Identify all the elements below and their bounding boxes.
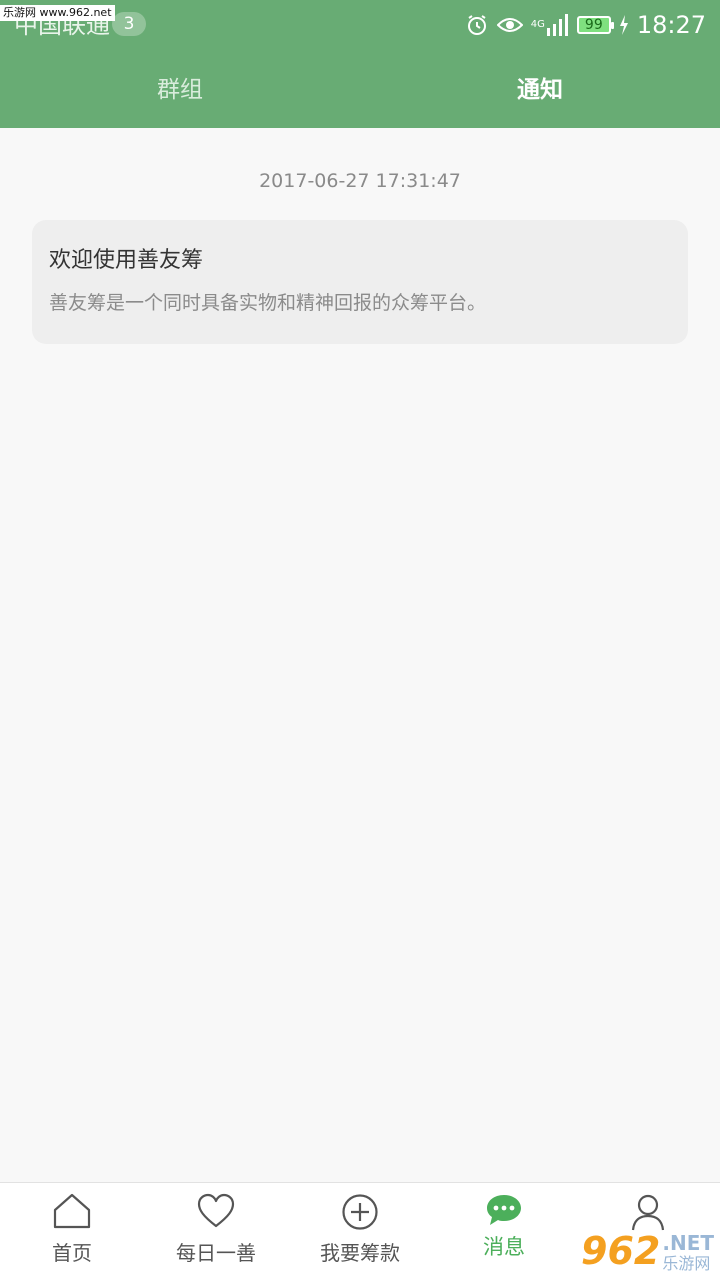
- nav-fundraise[interactable]: 我要筹款: [288, 1183, 432, 1281]
- home-icon: [53, 1193, 91, 1233]
- nav-fundraise-label: 我要筹款: [320, 1241, 400, 1265]
- nav-daily-good-label: 每日一善: [176, 1241, 256, 1265]
- notification-card[interactable]: 欢迎使用善友筹 善友筹是一个同时具备实物和精神回报的众筹平台。: [32, 220, 688, 344]
- charging-icon: [619, 15, 629, 35]
- nav-home-label: 首页: [52, 1241, 92, 1265]
- eye-icon: [496, 15, 523, 35]
- alarm-icon: [465, 13, 489, 37]
- app-header: 中国联通 3 4G 99 18:27 乐游网 www.962.net 群组 通知: [0, 0, 720, 128]
- notification-body: 善友筹是一个同时具备实物和精神回报的众筹平台。: [49, 292, 487, 314]
- heart-icon: [197, 1193, 235, 1233]
- tab-notifications[interactable]: 通知: [360, 60, 720, 120]
- battery-icon: 99: [576, 16, 614, 34]
- notification-title: 欢迎使用善友筹: [49, 248, 204, 273]
- status-icons: 4G 99 18:27: [465, 10, 706, 40]
- tab-bar: 群组 通知: [0, 60, 720, 120]
- message-timestamp: 2017-06-27 17:31:47: [259, 170, 461, 192]
- nav-messages-label: 消息: [483, 1235, 525, 1259]
- signal-icon: 4G: [531, 14, 569, 36]
- plus-circle-icon: [341, 1193, 379, 1235]
- watermark: 乐游网 www.962.net: [0, 5, 115, 21]
- nav-messages[interactable]: 消息: [432, 1183, 576, 1281]
- nav-daily-good[interactable]: 每日一善: [144, 1183, 288, 1281]
- 962-net-watermark-logo: 962 .NET 乐游网: [581, 1229, 714, 1273]
- nav-home[interactable]: 首页: [0, 1183, 144, 1281]
- notification-count-badge: 3: [112, 12, 146, 36]
- tab-groups[interactable]: 群组: [0, 60, 360, 120]
- chat-bubble-icon: [485, 1193, 523, 1231]
- status-time: 18:27: [636, 11, 706, 39]
